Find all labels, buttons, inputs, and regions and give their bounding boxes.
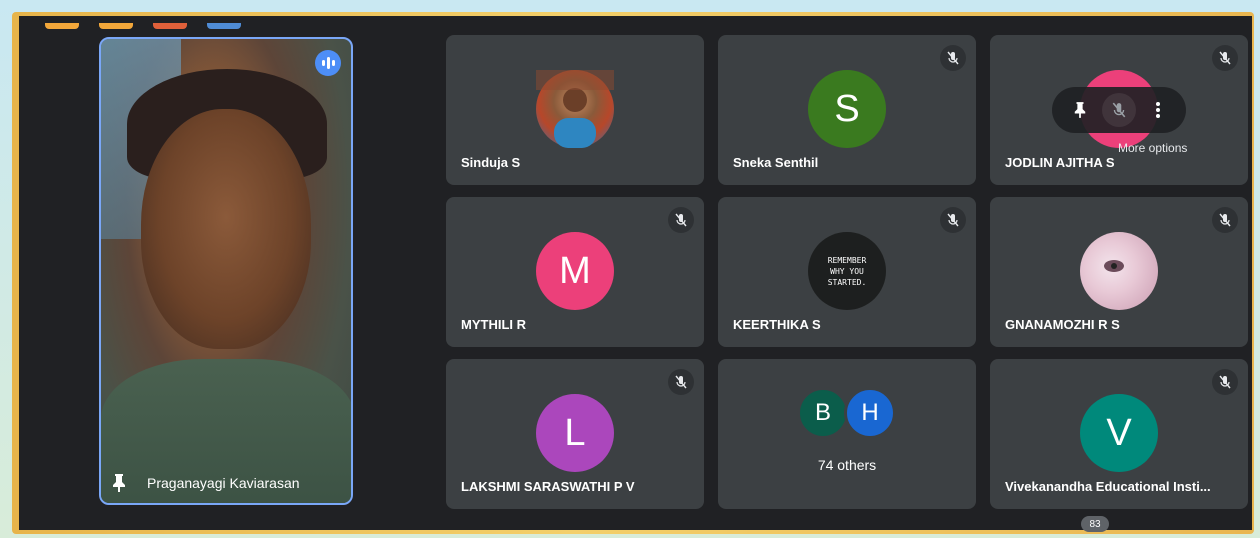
participant-tile[interactable]: M MYTHILI R [446, 197, 704, 347]
more-options-button[interactable] [1141, 93, 1175, 127]
avatar [536, 70, 614, 148]
others-tile[interactable]: B H 74 others [718, 359, 976, 509]
participant-name: LAKSHMI SARASWATHI P V [461, 479, 635, 494]
pin-icon[interactable] [111, 473, 127, 493]
participant-tile[interactable]: V Vivekanandha Educational Insti... [990, 359, 1248, 509]
participant-tile[interactable]: REMEMBER WHY YOU STARTED. KEERTHIKA S [718, 197, 976, 347]
mic-off-icon [940, 45, 966, 71]
mic-off-icon [668, 369, 694, 395]
top-strip [45, 16, 261, 29]
participant-tile[interactable]: GNANAMOZHI R S [990, 197, 1248, 347]
photo-text-line: WHY YOU [830, 266, 864, 276]
participant-name: JODLIN AJITHA S [1005, 155, 1115, 170]
photo-text-line: REMEMBER [827, 255, 867, 265]
participant-name: Sneka Senthil [733, 155, 819, 170]
participant-name: Vivekanandha Educational Insti... [1005, 479, 1211, 494]
mute-participant-button[interactable] [1101, 93, 1136, 127]
participant-name: MYTHILI R [461, 317, 526, 332]
mic-off-icon [668, 207, 694, 233]
mic-off-icon [1212, 369, 1238, 395]
participant-tile[interactable]: L LAKSHMI SARASWATHI P V [446, 359, 704, 509]
pin-button[interactable] [1063, 93, 1097, 127]
mic-off-icon [1212, 207, 1238, 233]
active-speaker-tile[interactable]: Praganayagi Kaviarasan [99, 37, 353, 505]
tile-hover-controls [1052, 87, 1186, 133]
avatar: REMEMBER WHY YOU STARTED. [808, 232, 886, 310]
participant-name: GNANAMOZHI R S [1005, 317, 1120, 332]
participant-tile[interactable]: More options JODLIN AJITHA S [990, 35, 1248, 185]
mic-off-icon [1212, 45, 1238, 71]
others-count: 74 others [817, 457, 877, 473]
avatar: M [536, 232, 614, 310]
mic-off-icon [940, 207, 966, 233]
tooltip: More options [1118, 141, 1188, 155]
avatar: H [844, 387, 896, 439]
participant-name: Sinduja S [461, 155, 521, 170]
mic-off-icon [1112, 102, 1126, 118]
avatar: S [808, 70, 886, 148]
more-vert-icon [1156, 102, 1161, 118]
photo-text-line: STARTED. [827, 277, 867, 287]
avatar: V [1080, 394, 1158, 472]
video-person-face [141, 109, 311, 349]
participant-tile[interactable]: Sinduja S [446, 35, 704, 185]
participant-count-badge[interactable]: 83 [1081, 516, 1109, 532]
participant-tile[interactable]: S Sneka Senthil [718, 35, 976, 185]
avatar [1080, 232, 1158, 310]
participant-name: KEERTHIKA S [733, 317, 821, 332]
speaker-name: Praganayagi Kaviarasan [147, 475, 300, 491]
speaking-indicator-icon [315, 50, 341, 76]
avatar: B [797, 387, 849, 439]
pin-icon [1074, 102, 1085, 118]
avatar: L [536, 394, 614, 472]
